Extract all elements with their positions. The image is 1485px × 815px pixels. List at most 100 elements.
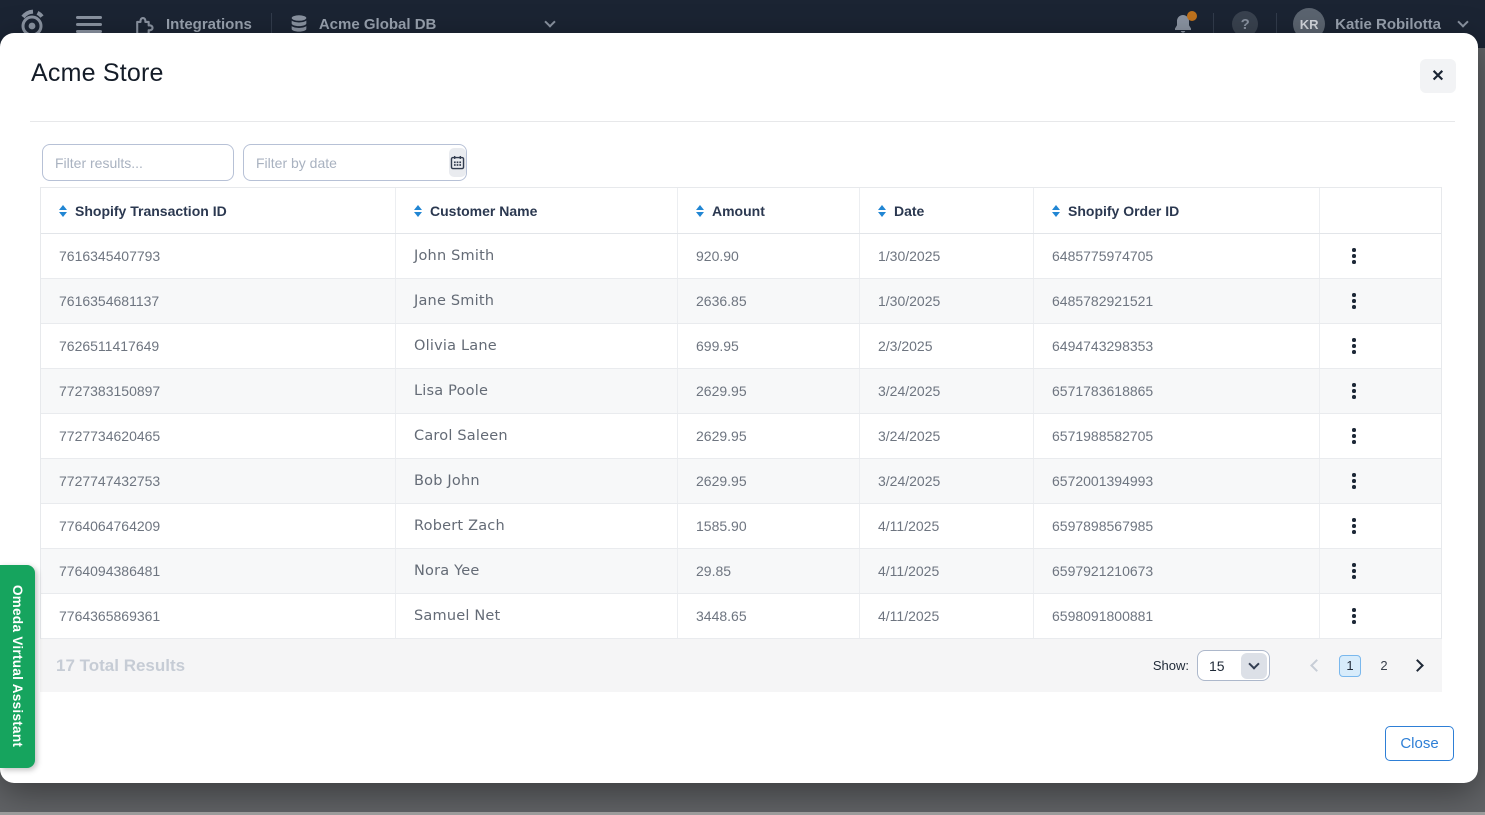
cell-date: 1/30/2025	[860, 234, 1034, 278]
table-header-cell[interactable]: Date	[860, 188, 1034, 233]
table-footer: 17 Total Results Show: 15 12	[40, 639, 1442, 692]
row-menu-kebab-icon[interactable]	[1346, 377, 1362, 405]
table-row: 7616345407793John Smith920.901/30/202564…	[41, 234, 1441, 279]
cell-customer-name: Samuel Net	[396, 594, 678, 638]
filter-date-field	[243, 144, 467, 181]
cell-customer-name: Olivia Lane	[396, 324, 678, 368]
row-menu-kebab-icon[interactable]	[1346, 422, 1362, 450]
cell-date: 3/24/2025	[860, 414, 1034, 458]
menu-hamburger-icon[interactable]	[76, 16, 102, 33]
cell-amount: 2636.85	[678, 279, 860, 323]
cell-amount: 920.90	[678, 234, 860, 278]
cell-actions	[1320, 594, 1441, 638]
page-title: Acme Store	[31, 59, 164, 88]
user-name[interactable]: Katie Robilotta	[1335, 16, 1441, 33]
row-menu-kebab-icon[interactable]	[1346, 467, 1362, 495]
page-button[interactable]: 2	[1373, 655, 1395, 677]
cell-order-id: 6494743298353	[1034, 324, 1320, 368]
page-button[interactable]: 1	[1339, 655, 1361, 677]
close-button[interactable]: Close	[1385, 726, 1454, 761]
row-menu-kebab-icon[interactable]	[1346, 602, 1362, 630]
table-row: 7727747432753Bob John2629.953/24/2025657…	[41, 459, 1441, 504]
cell-date: 3/24/2025	[860, 459, 1034, 503]
cell-transaction-id: 7727383150897	[41, 369, 396, 413]
cell-amount: 2629.95	[678, 369, 860, 413]
cell-order-id: 6572001394993	[1034, 459, 1320, 503]
filter-results-input[interactable]	[42, 144, 234, 181]
cell-customer-name: Lisa Poole	[396, 369, 678, 413]
sort-icon	[878, 205, 886, 217]
cell-transaction-id: 7616345407793	[41, 234, 396, 278]
table-header-cell-actions	[1320, 188, 1441, 233]
cell-actions	[1320, 504, 1441, 548]
table-row: 7616354681137Jane Smith2636.851/30/20256…	[41, 279, 1441, 324]
acme-store-modal: Acme Store ✕ Shopify Transaction ID Custo…	[0, 33, 1478, 783]
cell-order-id: 6571783618865	[1034, 369, 1320, 413]
table-row: 7764094386481Nora Yee29.854/11/202565979…	[41, 549, 1441, 594]
row-menu-kebab-icon[interactable]	[1346, 242, 1362, 270]
virtual-assistant-tab[interactable]: Omeda Virtual Assistant	[0, 565, 35, 768]
cell-date: 4/11/2025	[860, 594, 1034, 638]
cell-transaction-id: 7764094386481	[41, 549, 396, 593]
filter-date-input[interactable]	[244, 145, 449, 180]
cell-customer-name: John Smith	[396, 234, 678, 278]
cell-amount: 1585.90	[678, 504, 860, 548]
page-size-select[interactable]: 15	[1197, 650, 1270, 681]
show-label: Show:	[1153, 658, 1189, 673]
cell-order-id: 6597921210673	[1034, 549, 1320, 593]
cell-date: 4/11/2025	[860, 504, 1034, 548]
close-icon[interactable]: ✕	[1420, 59, 1456, 93]
table-header: Shopify Transaction ID Customer Name Amoun…	[41, 188, 1441, 234]
table-row: 7727734620465Carol Saleen2629.953/24/202…	[41, 414, 1441, 459]
cell-amount: 699.95	[678, 324, 860, 368]
user-menu-chevron-icon[interactable]	[1457, 16, 1468, 27]
transactions-table: Shopify Transaction ID Customer Name Amoun…	[40, 187, 1442, 639]
calendar-icon[interactable]	[449, 148, 466, 177]
table-row: 7764365869361Samuel Net3448.654/11/20256…	[41, 594, 1441, 639]
cell-amount: 2629.95	[678, 459, 860, 503]
table-row: 7727383150897Lisa Poole2629.953/24/20256…	[41, 369, 1441, 414]
row-menu-kebab-icon[interactable]	[1346, 332, 1362, 360]
cell-actions	[1320, 234, 1441, 278]
row-menu-kebab-icon[interactable]	[1346, 557, 1362, 585]
cell-date: 4/11/2025	[860, 549, 1034, 593]
cell-transaction-id: 7727734620465	[41, 414, 396, 458]
row-menu-kebab-icon[interactable]	[1346, 287, 1362, 315]
column-label: Shopify Order ID	[1068, 203, 1179, 219]
row-menu-kebab-icon[interactable]	[1346, 512, 1362, 540]
table-header-cell[interactable]: Amount	[678, 188, 860, 233]
chevron-down-icon[interactable]	[545, 16, 556, 27]
sort-icon	[414, 205, 422, 217]
cell-customer-name: Carol Saleen	[396, 414, 678, 458]
previous-page-button[interactable]	[1308, 657, 1325, 674]
table-header-cell[interactable]: Customer Name	[396, 188, 678, 233]
cell-actions	[1320, 369, 1441, 413]
cell-transaction-id: 7626511417649	[41, 324, 396, 368]
cell-amount: 3448.65	[678, 594, 860, 638]
database-selector-label[interactable]: Acme Global DB	[319, 16, 437, 33]
topbar-divider	[1276, 13, 1277, 35]
cell-date: 1/30/2025	[860, 279, 1034, 323]
cell-customer-name: Jane Smith	[396, 279, 678, 323]
page-size-value: 15	[1198, 658, 1225, 674]
table-body: 7616345407793John Smith920.901/30/202564…	[41, 234, 1441, 639]
cell-transaction-id: 7727747432753	[41, 459, 396, 503]
cell-actions	[1320, 549, 1441, 593]
cell-amount: 29.85	[678, 549, 860, 593]
notification-dot	[1187, 11, 1197, 21]
column-label: Customer Name	[430, 203, 537, 219]
table-row: 7764064764209Robert Zach1585.904/11/2025…	[41, 504, 1441, 549]
cell-actions	[1320, 459, 1441, 503]
cell-order-id: 6597898567985	[1034, 504, 1320, 548]
cell-order-id: 6485775974705	[1034, 234, 1320, 278]
cell-actions	[1320, 414, 1441, 458]
cell-date: 3/24/2025	[860, 369, 1034, 413]
sort-icon	[1052, 205, 1060, 217]
next-page-button[interactable]	[1409, 657, 1426, 674]
table-header-cell[interactable]: Shopify Transaction ID	[41, 188, 396, 233]
column-label: Date	[894, 203, 924, 219]
table-header-cell[interactable]: Shopify Order ID	[1034, 188, 1320, 233]
pagination: 12	[1308, 655, 1426, 677]
sort-icon	[696, 205, 704, 217]
nav-integrations[interactable]: Integrations	[166, 16, 252, 33]
